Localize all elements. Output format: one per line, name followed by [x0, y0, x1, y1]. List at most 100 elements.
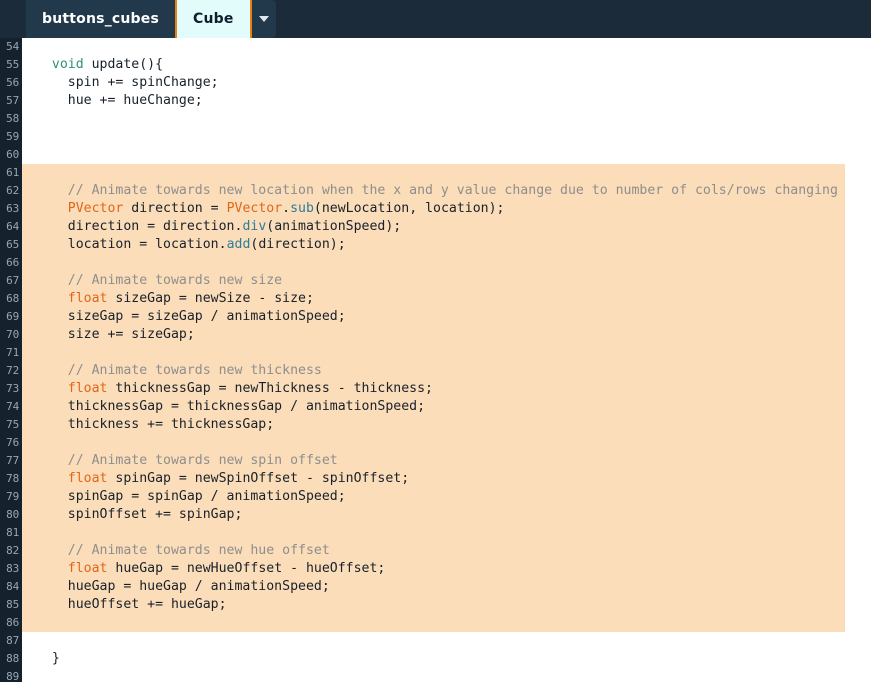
token-kw: void: [51, 57, 84, 72]
code-text[interactable]: // Animate towards new spin offset: [22, 452, 871, 470]
line-number: 69: [6, 310, 19, 323]
code-line[interactable]: 57 hue += hueChange;: [0, 92, 871, 110]
line-number: 55: [6, 58, 19, 71]
code-text[interactable]: }: [22, 650, 871, 668]
code-line[interactable]: 84 hueGap = hueGap / animationSpeed;: [0, 578, 871, 596]
code-line[interactable]: 82 // Animate towards new hue offset: [0, 542, 871, 560]
code-line[interactable]: 87: [0, 632, 871, 650]
code-text[interactable]: // Animate towards new location when the…: [22, 182, 871, 200]
line-number: 68: [6, 292, 19, 305]
code-text[interactable]: float thicknessGap = newThickness - thic…: [22, 380, 871, 398]
code-line[interactable]: 59: [0, 128, 871, 146]
code-text[interactable]: spinGap = spinGap / animationSpeed;: [22, 488, 871, 506]
code-text[interactable]: float hueGap = newHueOffset - hueOffset;: [22, 560, 871, 578]
code-line[interactable]: 77 // Animate towards new spin offset: [0, 452, 871, 470]
code-line[interactable]: 67 // Animate towards new size: [0, 272, 871, 290]
code-text[interactable]: [22, 164, 871, 182]
code-text[interactable]: // Animate towards new size: [22, 272, 871, 290]
code-line[interactable]: 73 float thicknessGap = newThickness - t…: [0, 380, 871, 398]
code-text[interactable]: float sizeGap = newSize - size;: [22, 290, 871, 308]
code-line[interactable]: 64 direction = direction.div(animationSp…: [0, 218, 871, 236]
code-text[interactable]: spin += spinChange;: [22, 74, 871, 92]
code-line[interactable]: 76: [0, 434, 871, 452]
code-line[interactable]: 61: [0, 164, 871, 182]
code-text[interactable]: spinOffset += spinGap;: [22, 506, 871, 524]
code-text[interactable]: sizeGap = sizeGap / animationSpeed;: [22, 308, 871, 326]
code-line[interactable]: 71: [0, 344, 871, 362]
line-number: 65: [6, 238, 19, 251]
token-type: PVector: [226, 201, 283, 216]
line-number: 61: [6, 166, 19, 179]
code-line[interactable]: 83 float hueGap = newHueOffset - hueOffs…: [0, 560, 871, 578]
code-text[interactable]: // Animate towards new hue offset: [22, 542, 871, 560]
code-text[interactable]: [22, 128, 871, 146]
code-line[interactable]: 65 location = location.add(direction);: [0, 236, 871, 254]
code-line[interactable]: 86: [0, 614, 871, 632]
token-plain: hueGap = newHueOffset - hueOffset;: [107, 561, 386, 576]
line-number: 87: [6, 634, 19, 647]
code-text[interactable]: [22, 668, 871, 686]
code-text[interactable]: hueGap = hueGap / animationSpeed;: [22, 578, 871, 596]
code-line[interactable]: 72 // Animate towards new thickness: [0, 362, 871, 380]
line-number: 63: [6, 202, 19, 215]
code-line[interactable]: 88 }: [0, 650, 871, 668]
code-text[interactable]: float spinGap = newSpinOffset - spinOffs…: [22, 470, 871, 488]
code-lines[interactable]: 54 55 void update(){56 spin += spinChange…: [0, 38, 871, 683]
code-text[interactable]: PVector direction = PVector.sub(newLocat…: [22, 200, 871, 218]
code-line[interactable]: 79 spinGap = spinGap / animationSpeed;: [0, 488, 871, 506]
code-text[interactable]: thickness += thicknessGap;: [22, 416, 871, 434]
token-cmt: // Animate towards new location when the…: [36, 183, 838, 198]
code-text[interactable]: hueOffset += hueGap;: [22, 596, 871, 614]
code-text[interactable]: [22, 632, 871, 650]
code-text[interactable]: [22, 524, 871, 542]
code-text[interactable]: [22, 110, 871, 128]
code-line[interactable]: 74 thicknessGap = thicknessGap / animati…: [0, 398, 871, 416]
code-line[interactable]: 70 size += sizeGap;: [0, 326, 871, 344]
code-line[interactable]: 66: [0, 254, 871, 272]
token-plain: (direction);: [250, 237, 346, 252]
code-text[interactable]: [22, 146, 871, 164]
code-text[interactable]: thicknessGap = thicknessGap / animationS…: [22, 398, 871, 416]
code-text[interactable]: direction = direction.div(animationSpeed…: [22, 218, 871, 236]
code-text[interactable]: void update(){: [22, 56, 871, 74]
code-line[interactable]: 78 float spinGap = newSpinOffset - spinO…: [0, 470, 871, 488]
code-line[interactable]: 81: [0, 524, 871, 542]
token-plain: (animationSpeed);: [266, 219, 402, 234]
token-plain: spinGap = newSpinOffset - spinOffset;: [107, 471, 410, 486]
line-number: 60: [6, 148, 19, 161]
code-line[interactable]: 68 float sizeGap = newSize - size;: [0, 290, 871, 308]
token-type: float: [67, 471, 108, 486]
code-text[interactable]: hue += hueChange;: [22, 92, 871, 110]
code-line[interactable]: 63 PVector direction = PVector.sub(newLo…: [0, 200, 871, 218]
code-text[interactable]: [22, 434, 871, 452]
code-text[interactable]: size += sizeGap;: [22, 326, 871, 344]
tab-buttons-cubes[interactable]: buttons_cubes: [26, 0, 178, 38]
line-number: 77: [6, 454, 19, 467]
code-text[interactable]: [22, 38, 871, 56]
code-text[interactable]: [22, 344, 871, 362]
code-line[interactable]: 75 thickness += thicknessGap;: [0, 416, 871, 434]
code-line[interactable]: 55 void update(){: [0, 56, 871, 74]
code-line[interactable]: 89: [0, 668, 871, 686]
tab-cube[interactable]: Cube: [177, 0, 252, 38]
code-line[interactable]: 62 // Animate towards new location when …: [0, 182, 871, 200]
code-line[interactable]: 85 hueOffset += hueGap;: [0, 596, 871, 614]
code-line[interactable]: 60: [0, 146, 871, 164]
tab-menu-button[interactable]: [251, 0, 276, 38]
line-number: 85: [6, 598, 19, 611]
code-text[interactable]: location = location.add(direction);: [22, 236, 871, 254]
token-plain: sizeGap = newSize - size;: [107, 291, 314, 306]
token-type: float: [67, 381, 108, 396]
code-text[interactable]: // Animate towards new thickness: [22, 362, 871, 380]
code-text[interactable]: [22, 254, 871, 272]
code-editor[interactable]: 54 55 void update(){56 spin += spinChange…: [0, 38, 871, 683]
code-line[interactable]: 69 sizeGap = sizeGap / animationSpeed;: [0, 308, 871, 326]
code-line[interactable]: 58: [0, 110, 871, 128]
code-line[interactable]: 56 spin += spinChange;: [0, 74, 871, 92]
code-line[interactable]: 54: [0, 38, 871, 56]
tab-label: Cube: [193, 11, 234, 27]
code-line[interactable]: 80 spinOffset += spinGap;: [0, 506, 871, 524]
code-text[interactable]: [22, 614, 871, 632]
